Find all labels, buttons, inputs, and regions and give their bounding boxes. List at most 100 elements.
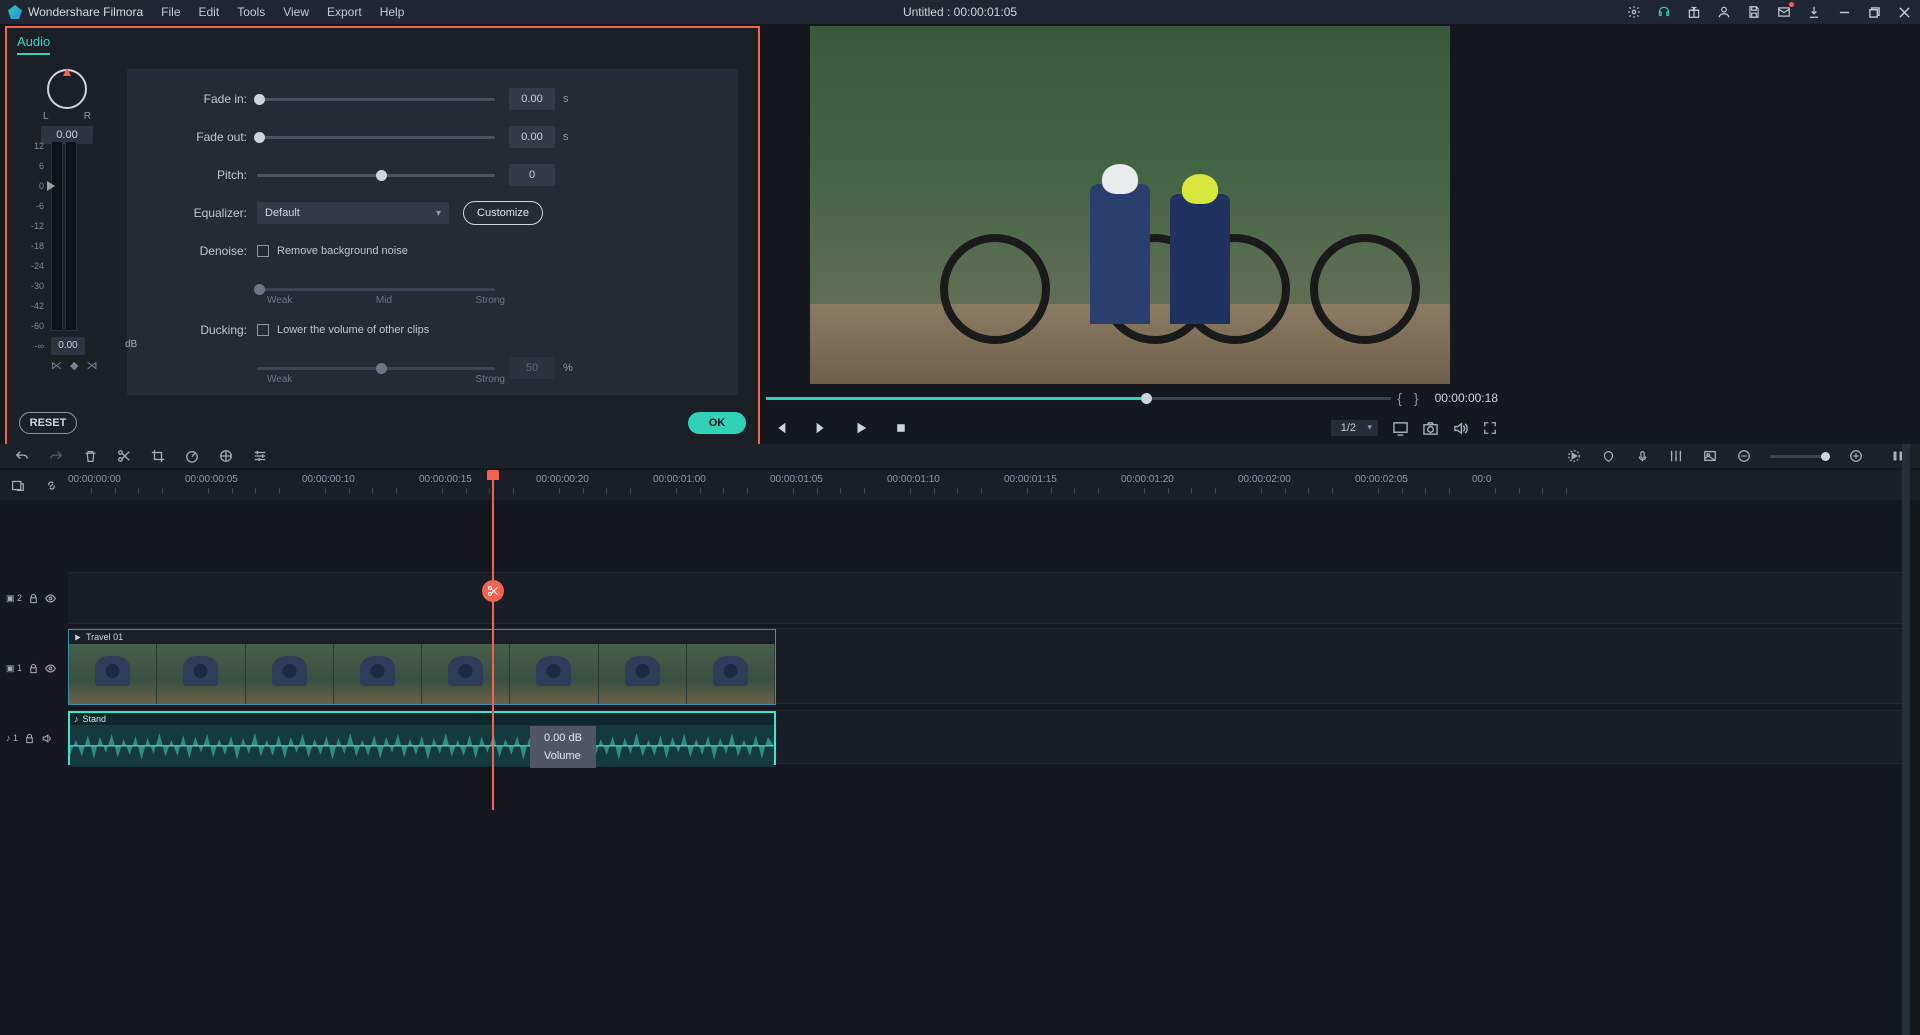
fade-in-label: Fade in: — [127, 92, 257, 106]
eye-icon[interactable] — [45, 663, 56, 674]
record-icon[interactable] — [1634, 448, 1650, 464]
undo-icon[interactable] — [14, 448, 30, 464]
keyframe-next-icon[interactable]: ⋊ — [86, 359, 97, 372]
photo-icon[interactable] — [1702, 448, 1718, 464]
customize-button[interactable]: Customize — [463, 201, 543, 225]
user-icon[interactable] — [1716, 4, 1732, 20]
speaker-icon[interactable] — [41, 733, 52, 744]
pan-knob[interactable] — [47, 69, 87, 109]
track-add-icon[interactable] — [9, 477, 25, 493]
tooltip-label: Volume — [544, 750, 582, 762]
keyframe-prev-icon[interactable]: ⋉ — [51, 359, 62, 372]
display-icon[interactable] — [1392, 420, 1408, 436]
close-button[interactable] — [1896, 4, 1912, 20]
panel-tabs: Audio — [7, 28, 758, 55]
crop-icon[interactable] — [150, 448, 166, 464]
mixer-icon[interactable] — [1668, 448, 1684, 464]
play-button[interactable] — [852, 419, 870, 437]
menu-file[interactable]: File — [161, 5, 180, 19]
menu-edit[interactable]: Edit — [199, 5, 220, 19]
ducking-label: Ducking: — [127, 323, 257, 337]
brand: Wondershare Filmora — [8, 5, 143, 19]
marker-icon[interactable] — [1600, 448, 1616, 464]
titlebar: Wondershare Filmora File Edit Tools View… — [0, 0, 1920, 24]
denoise-slider[interactable] — [257, 288, 495, 291]
track-header-v1: ▣ 1 — [0, 656, 68, 680]
timeline-ruler[interactable]: 00:00:00:0000:00:00:0500:00:00:1000:00:0… — [68, 470, 1920, 500]
zoom-slider[interactable] — [1770, 455, 1830, 458]
keyframe-add-icon[interactable]: ◆ — [70, 359, 78, 372]
ducking-input[interactable] — [509, 357, 555, 379]
scrollbar-v[interactable] — [1902, 444, 1910, 1035]
menu-view[interactable]: View — [283, 5, 309, 19]
edit-toolbar — [0, 444, 1920, 468]
lock-icon[interactable] — [24, 733, 35, 744]
maximize-button[interactable] — [1866, 4, 1882, 20]
ok-button[interactable]: OK — [688, 412, 746, 434]
render-icon[interactable] — [1566, 448, 1582, 464]
menu-export[interactable]: Export — [327, 5, 362, 19]
denoise-checkbox[interactable] — [257, 245, 269, 257]
fade-out-unit: s — [563, 131, 569, 143]
color-icon[interactable] — [218, 448, 234, 464]
fullscreen-icon[interactable] — [1482, 420, 1498, 436]
db-scale: 1260-6-12-18-24-30-42-60-∞ — [31, 141, 44, 351]
speed-icon[interactable] — [184, 448, 200, 464]
support-icon[interactable] — [1656, 4, 1672, 20]
fade-out-slider[interactable] — [257, 136, 495, 139]
zoom-out-icon[interactable] — [1736, 448, 1752, 464]
quality-select[interactable]: 1/2 — [1331, 420, 1378, 436]
split-badge-icon[interactable] — [482, 580, 504, 602]
settings-icon[interactable] — [1626, 4, 1642, 20]
snapshot-icon[interactable] — [1422, 420, 1438, 436]
adjust-icon[interactable] — [252, 448, 268, 464]
video-track-1[interactable]: Travel 01 — [68, 628, 1908, 704]
pitch-slider[interactable] — [257, 174, 495, 177]
minimize-button[interactable] — [1836, 4, 1852, 20]
timeline-playhead[interactable] — [492, 470, 494, 810]
gift-icon[interactable] — [1686, 4, 1702, 20]
menu-tools[interactable]: Tools — [237, 5, 265, 19]
equalizer-select[interactable]: Default▾ — [257, 202, 449, 224]
fade-out-input[interactable] — [509, 126, 555, 148]
tooltip-db: 0.00 dB — [544, 732, 582, 744]
save-icon[interactable] — [1746, 4, 1762, 20]
download-icon[interactable] — [1806, 4, 1822, 20]
lock-icon[interactable] — [28, 663, 39, 674]
prev-frame-button[interactable] — [772, 419, 790, 437]
equalizer-label: Equalizer: — [127, 206, 257, 220]
mark-in-icon[interactable]: { — [1391, 390, 1408, 406]
menu-help[interactable]: Help — [380, 5, 405, 19]
db-value[interactable]: 0.00 — [51, 337, 85, 355]
ducking-unit: % — [563, 362, 573, 374]
mark-out-icon[interactable]: } — [1408, 390, 1425, 406]
lock-icon[interactable] — [28, 593, 39, 604]
fade-in-input[interactable] — [509, 88, 555, 110]
link-icon[interactable] — [43, 477, 59, 493]
delete-icon[interactable] — [82, 448, 98, 464]
redo-icon[interactable] — [48, 448, 64, 464]
audio-track-1[interactable]: ♪Stand — [68, 710, 1908, 764]
ducking-slider[interactable] — [257, 367, 495, 370]
pan-l-label: L — [43, 111, 49, 122]
split-icon[interactable] — [116, 448, 132, 464]
video-clip[interactable]: Travel 01 — [68, 629, 776, 705]
zoom-in-icon[interactable] — [1848, 448, 1864, 464]
logo-icon — [8, 5, 22, 19]
pan-r-label: R — [84, 111, 91, 122]
title-icons — [1626, 4, 1912, 20]
notification-icon[interactable] — [1776, 4, 1792, 20]
ducking-checkbox[interactable] — [257, 324, 269, 336]
menubar: File Edit Tools View Export Help — [161, 5, 404, 19]
reset-button[interactable]: RESET — [19, 412, 77, 434]
volume-icon[interactable] — [1452, 420, 1468, 436]
fade-in-slider[interactable] — [257, 98, 495, 101]
eye-icon[interactable] — [45, 593, 56, 604]
preview-scrubber[interactable]: { } 00:00:00:18 — [766, 392, 1498, 404]
tab-audio[interactable]: Audio — [17, 34, 50, 55]
next-frame-button[interactable] — [812, 419, 830, 437]
audio-clip[interactable]: ♪Stand — [68, 711, 776, 765]
pitch-input[interactable] — [509, 164, 555, 186]
video-track-2[interactable] — [68, 572, 1908, 624]
stop-button[interactable] — [892, 419, 910, 437]
